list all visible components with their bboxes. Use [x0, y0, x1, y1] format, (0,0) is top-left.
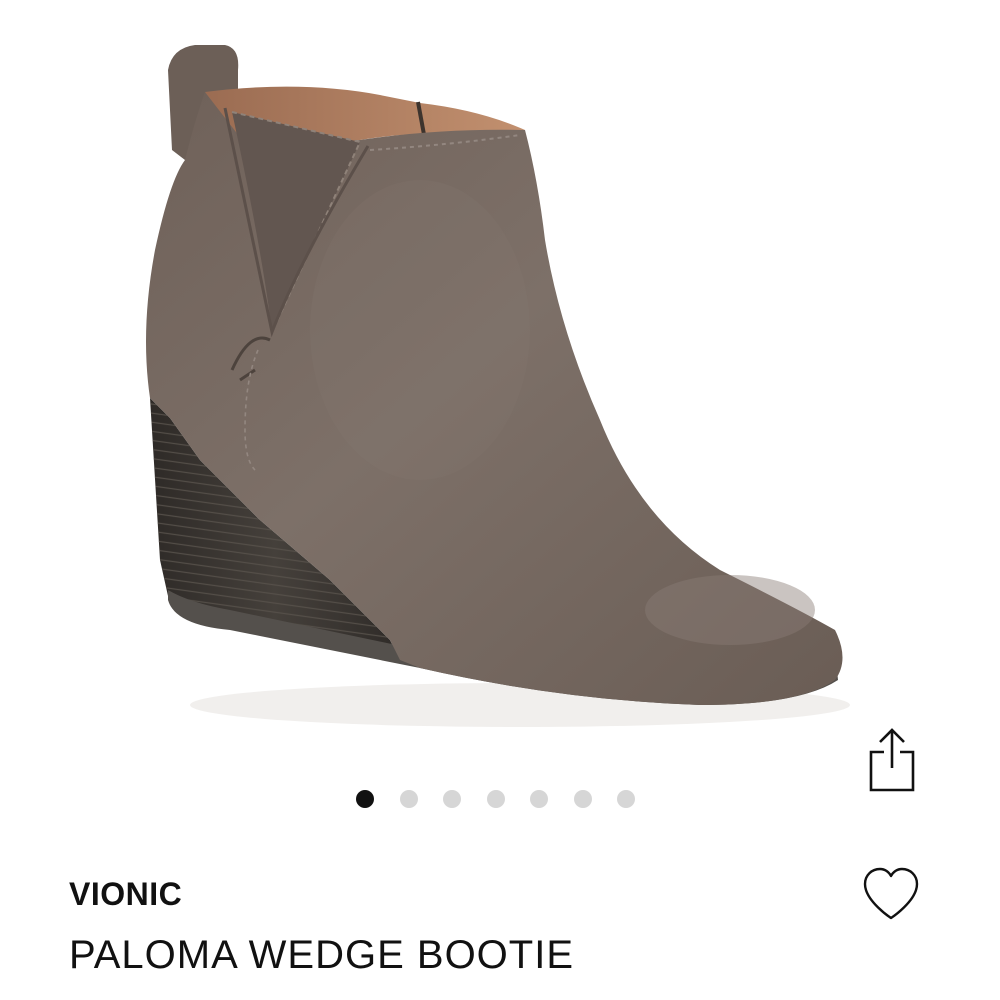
carousel-dot-1[interactable]: [356, 790, 374, 808]
image-carousel-dots: [356, 789, 635, 809]
carousel-dot-3[interactable]: [443, 790, 461, 808]
heart-icon: [863, 867, 919, 920]
product-title: PALOMA WEDGE BOOTIE: [69, 933, 575, 977]
carousel-dot-5[interactable]: [530, 790, 548, 808]
share-icon: [869, 728, 915, 792]
bootie-illustration: WEATHER: [146, 45, 850, 727]
carousel-dot-6[interactable]: [573, 790, 592, 808]
carousel-dot-4[interactable]: [486, 790, 505, 808]
carousel-dot-7[interactable]: [617, 790, 635, 808]
carousel-dot-2[interactable]: [399, 790, 418, 808]
favorite-button[interactable]: [860, 864, 922, 926]
brand-name[interactable]: VIONIC: [69, 876, 182, 913]
product-image[interactable]: WEATHER: [0, 0, 1000, 770]
share-button[interactable]: [866, 724, 918, 794]
product-detail-page: WEATHER: [0, 0, 1000, 1000]
